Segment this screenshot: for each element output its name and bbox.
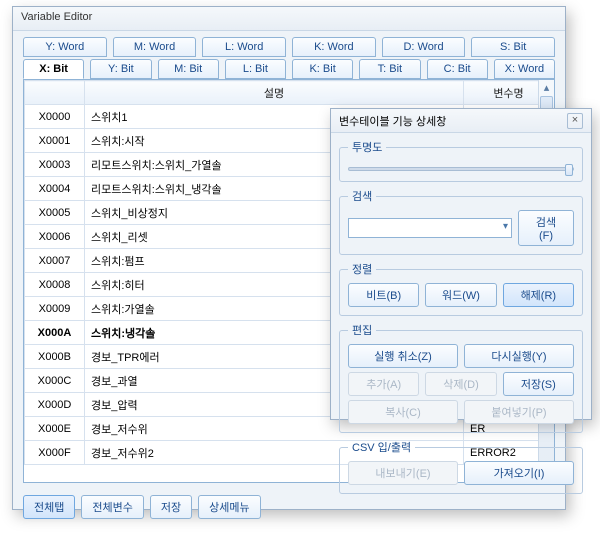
- tabs-lower: X: Bit Y: Bit M: Bit L: Bit K: Bit T: Bi…: [13, 57, 565, 79]
- tab-k-word[interactable]: K: Word: [292, 37, 376, 57]
- detail-dialog-titlebar: 변수테이블 기능 상세창 ×: [331, 109, 591, 133]
- tab-l-bit[interactable]: L: Bit: [225, 59, 286, 79]
- tab-y-word[interactable]: Y: Word: [23, 37, 107, 57]
- detail-dialog-title: 변수테이블 기능 상세창: [339, 113, 446, 129]
- cell-address: X000F: [25, 441, 85, 465]
- detail-dialog: 변수테이블 기능 상세창 × 투명도 검색 검색(F) 정렬 비트(B) 워드(…: [330, 108, 592, 420]
- header-description: 설명: [85, 81, 464, 105]
- detail-menu-button[interactable]: 상세메뉴: [198, 495, 260, 519]
- cell-address: X0005: [25, 201, 85, 225]
- cell-address: X0008: [25, 273, 85, 297]
- opacity-slider-knob[interactable]: [565, 164, 573, 176]
- import-button[interactable]: 가져오기(I): [464, 461, 574, 485]
- search-button[interactable]: 검색(F): [518, 210, 574, 246]
- close-icon[interactable]: ×: [567, 113, 583, 129]
- search-group: 검색 검색(F): [339, 188, 583, 255]
- cell-address: X000A: [25, 321, 85, 345]
- cell-address: X000B: [25, 345, 85, 369]
- opacity-slider[interactable]: [348, 167, 574, 171]
- undo-button[interactable]: 실행 취소(Z): [348, 344, 458, 368]
- tab-k-bit[interactable]: K: Bit: [292, 59, 353, 79]
- search-combo[interactable]: [348, 218, 512, 238]
- sort-bit-button[interactable]: 비트(B): [348, 283, 419, 307]
- edit-save-button[interactable]: 저장(S): [503, 372, 574, 396]
- window-title: Variable Editor: [13, 7, 565, 31]
- tab-t-bit[interactable]: T: Bit: [359, 59, 420, 79]
- sort-release-button[interactable]: 해제(R): [503, 283, 574, 307]
- search-input[interactable]: [348, 218, 512, 238]
- sort-word-button[interactable]: 워드(W): [425, 283, 496, 307]
- csv-group: CSV 입/출력 내보내기(E) 가져오기(I): [339, 439, 583, 494]
- copy-button: 복사(C): [348, 400, 458, 424]
- search-label: 검색: [348, 188, 376, 204]
- opacity-label: 투명도: [348, 139, 386, 155]
- tab-y-bit[interactable]: Y: Bit: [90, 59, 151, 79]
- save-button[interactable]: 저장: [150, 495, 192, 519]
- tab-x-bit[interactable]: X: Bit: [23, 59, 84, 79]
- delete-button: 삭제(D): [425, 372, 496, 396]
- tab-l-word[interactable]: L: Word: [202, 37, 286, 57]
- cell-address: X0009: [25, 297, 85, 321]
- cell-address: X0007: [25, 249, 85, 273]
- opacity-group: 투명도: [339, 139, 583, 182]
- redo-button[interactable]: 다시실행(Y): [464, 344, 574, 368]
- csv-label: CSV 입/출력: [348, 439, 415, 455]
- sort-group: 정렬 비트(B) 워드(W) 해제(R): [339, 261, 583, 316]
- tab-m-bit[interactable]: M: Bit: [158, 59, 219, 79]
- paste-button: 붙여넣기(P): [464, 400, 574, 424]
- tab-s-bit[interactable]: S: Bit: [471, 37, 555, 57]
- scroll-up-icon[interactable]: ▴: [539, 80, 554, 96]
- tabs-upper: Y: Word M: Word L: Word K: Word D: Word …: [13, 31, 565, 57]
- all-vars-button[interactable]: 전체변수: [81, 495, 143, 519]
- add-button: 추가(A): [348, 372, 419, 396]
- cell-address: X0006: [25, 225, 85, 249]
- cell-address: X0003: [25, 153, 85, 177]
- table-header-row: 설명 변수명: [25, 81, 554, 105]
- cell-address: X0001: [25, 129, 85, 153]
- header-address: [25, 81, 85, 105]
- sort-label: 정렬: [348, 261, 376, 277]
- cell-address: X0004: [25, 177, 85, 201]
- tab-m-word[interactable]: M: Word: [113, 37, 197, 57]
- cell-address: X000C: [25, 369, 85, 393]
- edit-label: 편집: [348, 322, 376, 338]
- edit-group: 편집 실행 취소(Z) 다시실행(Y) 추가(A) 삭제(D) 저장(S) 복사…: [339, 322, 583, 433]
- bottom-toolbar: 전체탭 전체변수 저장 상세메뉴: [13, 491, 565, 529]
- all-tabs-button[interactable]: 전체탭: [23, 495, 75, 519]
- cell-address: X0000: [25, 105, 85, 129]
- export-button: 내보내기(E): [348, 461, 458, 485]
- tab-d-word[interactable]: D: Word: [382, 37, 466, 57]
- tab-x-word[interactable]: X: Word: [494, 59, 555, 79]
- cell-address: X000E: [25, 417, 85, 441]
- tab-c-bit[interactable]: C: Bit: [427, 59, 488, 79]
- cell-address: X000D: [25, 393, 85, 417]
